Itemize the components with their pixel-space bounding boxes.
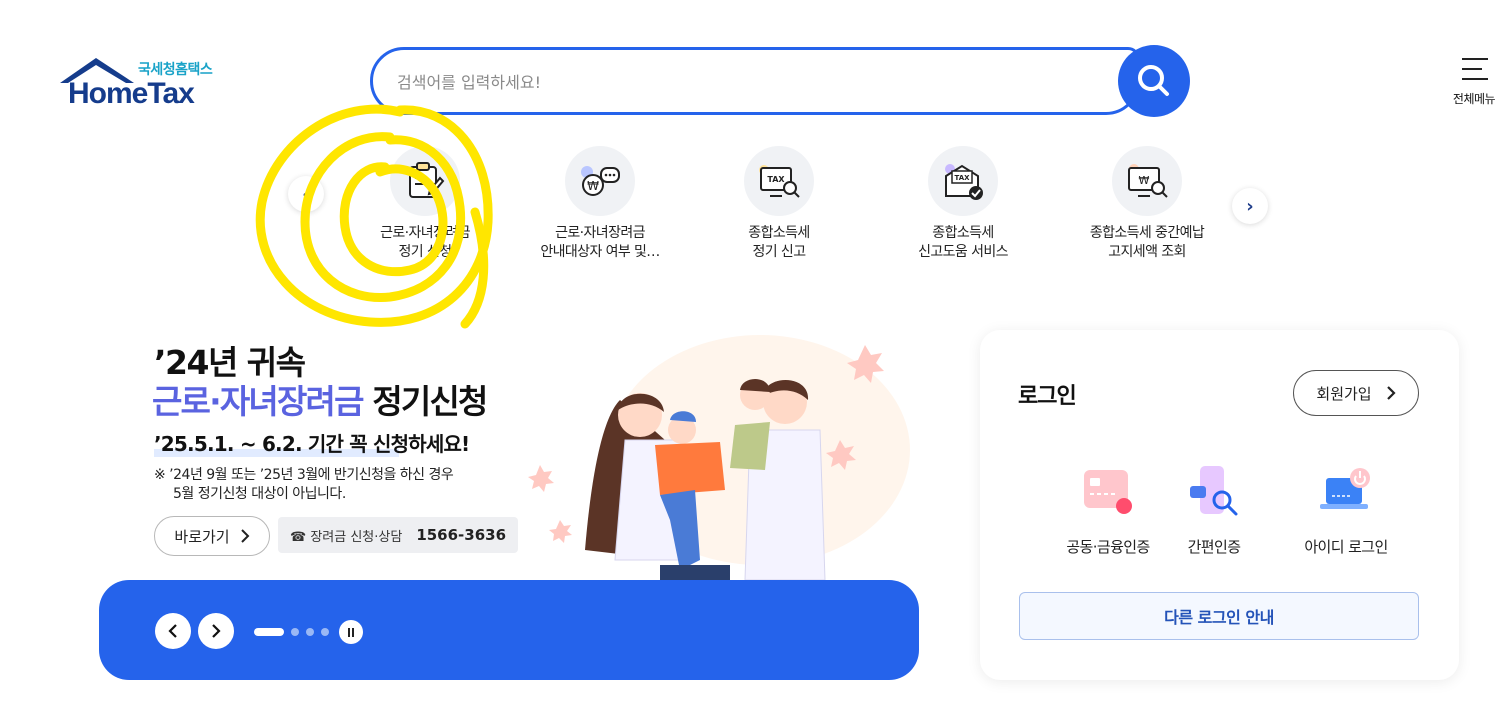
banner-prev-button[interactable] (155, 613, 191, 649)
chevron-left-icon (168, 624, 177, 638)
simple-auth-label: 간편인증 (1187, 538, 1241, 556)
hamburger-icon (1462, 58, 1488, 88)
all-menu-button[interactable]: 전체메뉴 (1448, 56, 1497, 106)
tax-envelope-check-icon: TAX (928, 146, 998, 216)
slide-dot[interactable] (321, 628, 329, 636)
search-input[interactable] (397, 68, 1097, 96)
certificate-card-icon (1076, 460, 1140, 524)
laptop-power-icon (1314, 460, 1378, 524)
go-button[interactable]: 바로가기 (154, 516, 270, 556)
service-label: 종합소득세 정기 신고 (748, 225, 810, 260)
search-box (370, 47, 1140, 115)
service-item-4[interactable]: ₩ 종합소득세 중간예납 고지세액 조회 (1072, 146, 1222, 262)
service-label: 근로·자녀장려금 안내대상자 여부 및… (540, 225, 660, 260)
service-label: 근로·자녀장려금 정기 신청 (380, 225, 470, 260)
id-login-label: 아이디 로그인 (1304, 538, 1388, 556)
mobile-search-icon (1182, 460, 1246, 524)
svg-text:₩: ₩ (587, 179, 599, 193)
slide-dot[interactable] (306, 628, 314, 636)
slide-dot[interactable] (254, 628, 284, 636)
phone-info: ☎ 장려금 신청·상담 1566-3636 (278, 517, 518, 553)
certificate-login-label: 공동·금융인증 (1066, 538, 1150, 556)
certificate-login-option[interactable]: 공동·금융인증 (1048, 460, 1168, 557)
services-prev-button[interactable]: ‹ (288, 176, 324, 212)
slide-indicators (254, 628, 329, 636)
service-item-1[interactable]: ₩ 근로·자녀장려금 안내대상자 여부 및… (525, 146, 675, 262)
banner-title-accent: 근로·자녀장려금 (152, 382, 364, 421)
chevron-right-icon: › (1246, 195, 1254, 217)
phone-number: 1566-3636 (416, 526, 507, 544)
banner-date: ’25.5.1. ~ 6.2. 기간 꼭 신청하세요! (154, 432, 470, 456)
family-illustration (528, 335, 910, 580)
document-pen-icon (390, 146, 460, 216)
chevron-left-icon: ‹ (302, 183, 310, 205)
chevron-right-icon (240, 529, 250, 543)
other-login-guide-button[interactable]: 다른 로그인 안내 (1019, 592, 1419, 640)
signup-label: 회원가입 (1316, 384, 1372, 403)
slide-dot[interactable] (291, 628, 299, 636)
search-button[interactable] (1118, 45, 1190, 117)
won-chat-icon: ₩ (565, 146, 635, 216)
service-item-0[interactable]: 근로·자녀장려금 정기 신청 (350, 146, 500, 262)
login-panel: 로그인 회원가입 공동·금융인증 간편인증 아이디 로그인 다른 로그인 안내 (980, 330, 1459, 680)
chevron-right-icon (1386, 386, 1396, 400)
chevron-right-icon (212, 624, 221, 638)
banner-pause-button[interactable] (339, 620, 363, 644)
service-label: 종합소득세 신고도움 서비스 (918, 225, 1008, 260)
banner-title-main: 근로·자녀장려금 정기신청 (152, 375, 488, 423)
services-next-button[interactable]: › (1232, 188, 1268, 224)
simple-auth-option[interactable]: 간편인증 (1154, 460, 1274, 557)
svg-text:TAX: TAX (767, 175, 785, 184)
logo-subtitle: 국세청홈택스 (138, 62, 213, 78)
id-login-option[interactable]: 아이디 로그인 (1286, 460, 1406, 557)
svg-text:TAX: TAX (954, 174, 970, 182)
search-icon (1138, 65, 1169, 96)
banner-note: ※ ’24년 9월 또는 ’25년 3월에 반기신청을 하신 경우 5월 정기신… (154, 467, 454, 502)
service-item-2[interactable]: TAX 종합소득세 정기 신고 (704, 146, 854, 262)
hometax-logo[interactable]: 국세청홈택스 HomeTax (58, 55, 223, 111)
won-monitor-search-icon: ₩ (1112, 146, 1182, 216)
banner-next-button[interactable] (198, 613, 234, 649)
go-button-label: 바로가기 (174, 527, 230, 546)
banner-title-rest: 정기신청 (362, 382, 488, 421)
login-title: 로그인 (1018, 384, 1077, 409)
logo-title: HomeTax (68, 77, 195, 110)
all-menu-label: 전체메뉴 (1452, 92, 1496, 106)
pause-icon (348, 627, 350, 637)
service-label: 종합소득세 중간예납 고지세액 조회 (1089, 225, 1205, 260)
signup-button[interactable]: 회원가입 (1293, 370, 1419, 416)
service-item-3[interactable]: TAX 종합소득세 신고도움 서비스 (888, 146, 1038, 262)
svg-text:₩: ₩ (1139, 174, 1150, 187)
tax-monitor-search-icon: TAX (744, 146, 814, 216)
phone-label: ☎ 장려금 신청·상담 (290, 529, 403, 545)
